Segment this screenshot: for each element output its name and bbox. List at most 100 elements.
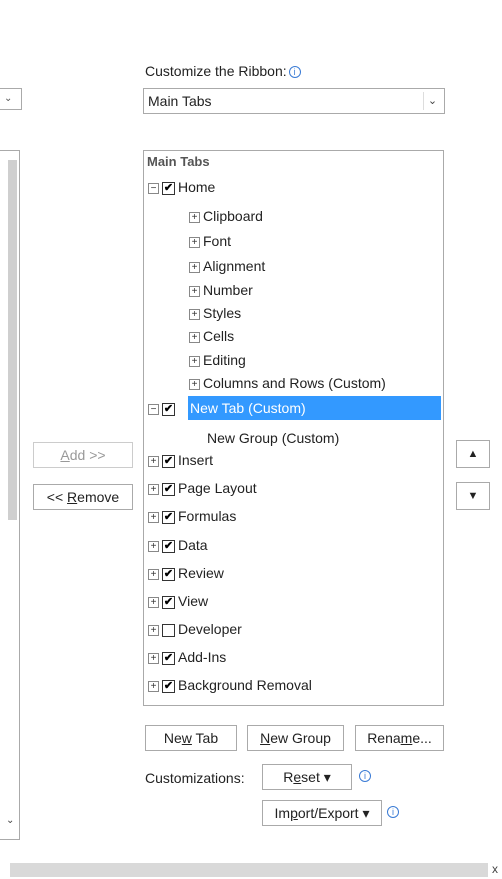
remove-button-label-prefix: <<: [46, 489, 68, 505]
reset-info-icon: i: [359, 770, 371, 782]
rename-label: e...: [412, 730, 432, 746]
move-down-button[interactable]: ▼: [456, 482, 490, 510]
checkbox-checked[interactable]: ✔: [162, 679, 175, 693]
new-tab-mnemonic: w: [181, 730, 192, 746]
import-export-dropdown-button[interactable]: Import/Export ▾: [262, 800, 382, 826]
checkbox-checked[interactable]: ✔: [162, 567, 175, 581]
tree-item-home[interactable]: − ✔ Home: [148, 175, 215, 199]
tree-item-cells[interactable]: + Cells: [189, 324, 234, 348]
customizations-label: Customizations:: [145, 770, 245, 786]
left-list-scrollbar-thumb[interactable]: [8, 160, 17, 520]
expand-icon[interactable]: +: [189, 331, 200, 343]
new-group-mnemonic: N: [260, 730, 271, 746]
tree-item-new-group[interactable]: New Group (Custom): [207, 426, 339, 450]
add-button-mnemonic: A: [60, 447, 70, 463]
import-export-label: ort/Export ▾: [297, 805, 370, 821]
reset-mnemonic: e: [293, 769, 302, 785]
collapse-icon[interactable]: −: [148, 182, 159, 194]
remove-button-label: emove: [77, 489, 120, 505]
new-tab-button[interactable]: New Tab: [145, 725, 237, 751]
tree-item-developer[interactable]: + Developer: [148, 617, 242, 641]
tree-item-number[interactable]: + Number: [189, 278, 253, 302]
tree-header: Main Tabs: [147, 154, 210, 169]
new-tab-label-prefix: Ne: [163, 730, 182, 746]
tree-item-label: View: [178, 593, 209, 609]
expand-icon[interactable]: +: [189, 285, 200, 297]
add-button-label: dd >>: [69, 447, 106, 463]
tree-item-label: Styles: [203, 305, 242, 321]
left-commands-dropdown[interactable]: ⌄: [0, 88, 22, 110]
collapse-icon[interactable]: −: [148, 403, 159, 415]
checkbox-checked[interactable]: ✔: [162, 402, 175, 416]
expand-icon[interactable]: +: [189, 236, 200, 248]
tree-item-styles[interactable]: + Styles: [189, 301, 241, 325]
triangle-up-icon: ▲: [467, 448, 479, 460]
reset-dropdown-button[interactable]: Reset ▾: [262, 764, 352, 790]
checkbox-checked[interactable]: ✔: [162, 482, 175, 496]
expand-icon[interactable]: +: [148, 680, 159, 692]
tree-item-font[interactable]: + Font: [189, 229, 231, 253]
expand-icon[interactable]: +: [189, 261, 200, 273]
tree-item-label: Page Layout: [178, 480, 257, 496]
checkbox-checked[interactable]: ✔: [162, 595, 175, 609]
tree-item-label: Cells: [203, 328, 235, 344]
tree-item-alignment[interactable]: + Alignment: [189, 254, 265, 278]
tree-item-review[interactable]: + ✔ Review: [148, 561, 224, 585]
tree-item-add-ins[interactable]: + ✔ Add-Ins: [148, 645, 226, 669]
checkbox-unchecked[interactable]: [162, 623, 175, 637]
tree-item-new-tab-selected[interactable]: New Tab (Custom): [188, 396, 441, 420]
left-list-scroll-down-icon[interactable]: ⌄: [6, 815, 14, 826]
tree-item-insert[interactable]: + ✔ Insert: [148, 448, 213, 472]
tree-item-label: Developer: [178, 621, 242, 637]
ribbon-tabs-dropdown[interactable]: Main Tabs ⌄: [143, 88, 445, 114]
tree-item-label: Columns and Rows (Custom): [203, 375, 386, 391]
customize-ribbon-text: Customize the Ribbon:: [145, 63, 287, 79]
checkbox-checked[interactable]: ✔: [162, 181, 175, 195]
expand-icon[interactable]: +: [189, 355, 200, 367]
expand-icon[interactable]: +: [148, 568, 159, 580]
chevron-down-icon[interactable]: ⌄: [423, 92, 441, 110]
triangle-down-icon: ▼: [467, 490, 479, 502]
tree-item-columns-and-rows[interactable]: + Columns and Rows (Custom): [189, 371, 386, 395]
import-export-info-icon: i: [387, 806, 399, 818]
tree-item-view[interactable]: + ✔ View: [148, 589, 208, 613]
new-group-button[interactable]: New Group: [247, 725, 344, 751]
move-up-button[interactable]: ▲: [456, 440, 490, 468]
tree-item-formulas[interactable]: + ✔ Formulas: [148, 504, 236, 528]
tree-item-background-removal[interactable]: + ✔ Background Removal: [148, 673, 312, 697]
horizontal-scrollbar[interactable]: [10, 863, 488, 877]
rename-button[interactable]: Rename...: [355, 725, 444, 751]
tree-item-page-layout[interactable]: + ✔ Page Layout: [148, 476, 257, 500]
expand-icon[interactable]: +: [189, 211, 200, 223]
tree-item-editing[interactable]: + Editing: [189, 348, 246, 372]
checkbox-checked[interactable]: ✔: [162, 454, 175, 468]
tree-item-label: New Group (Custom): [207, 430, 340, 446]
info-icon: i: [288, 66, 301, 79]
checkbox-checked[interactable]: ✔: [162, 651, 175, 665]
tree-item-data[interactable]: + ✔ Data: [148, 533, 208, 557]
import-export-mnemonic: p: [290, 805, 298, 821]
expand-icon[interactable]: +: [148, 596, 159, 608]
expand-icon[interactable]: +: [148, 455, 159, 467]
remove-button[interactable]: << Remove: [33, 484, 133, 510]
checkbox-checked[interactable]: ✔: [162, 539, 175, 553]
tree-item-clipboard[interactable]: + Clipboard: [189, 204, 263, 228]
tree-item-label: Clipboard: [203, 208, 263, 224]
add-button[interactable]: Add >>: [33, 442, 133, 468]
expand-icon[interactable]: +: [148, 540, 159, 552]
expand-icon[interactable]: +: [148, 511, 159, 523]
expand-icon[interactable]: +: [189, 378, 200, 390]
ribbon-tabs-tree[interactable]: Main Tabs − ✔ Home + Clipboard + Font + Align…: [143, 150, 444, 706]
expand-icon[interactable]: +: [148, 483, 159, 495]
checkbox-checked[interactable]: ✔: [162, 510, 175, 524]
new-group-label: ew Group: [270, 730, 331, 746]
tree-item-label: Home: [178, 179, 216, 195]
remove-button-mnemonic: R: [67, 489, 78, 505]
expand-icon[interactable]: +: [189, 308, 200, 320]
rename-mnemonic: m: [400, 730, 413, 746]
expand-icon[interactable]: +: [148, 624, 159, 636]
expand-icon[interactable]: +: [148, 652, 159, 664]
tree-item-label: Alignment: [203, 258, 266, 274]
dropdown-value: Main Tabs: [148, 93, 212, 109]
close-icon[interactable]: x: [492, 862, 498, 876]
